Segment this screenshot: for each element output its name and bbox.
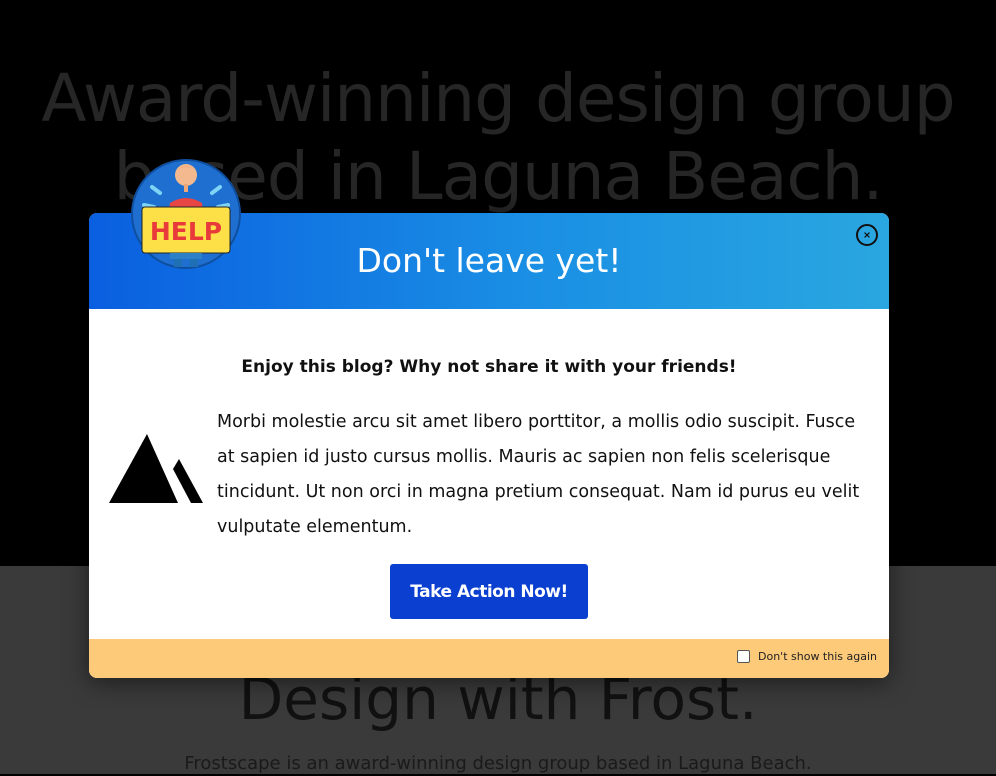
help-sign-text: HELP: [150, 217, 222, 246]
dont-show-again-label: Don't show this again: [758, 650, 877, 663]
popup-footer: Don't show this again: [89, 639, 889, 678]
close-icon: [864, 232, 870, 238]
hero-title-line1: Award-winning design group: [41, 60, 955, 137]
section-text: Frostscape is an award-winning design gr…: [184, 753, 812, 774]
take-action-button[interactable]: Take Action Now!: [390, 564, 588, 619]
mountain-logo-icon: [109, 434, 203, 503]
close-button[interactable]: [856, 224, 878, 246]
popup-body-text: Morbi molestie arcu sit amet libero port…: [217, 412, 860, 537]
dont-show-again-option[interactable]: Don't show this again: [737, 650, 877, 663]
exit-intent-popup: Don't leave yet! Enjoy this blog? Why no…: [89, 213, 889, 678]
dont-show-again-checkbox[interactable]: [737, 650, 750, 663]
popup-subtitle: Enjoy this blog? Why not share it with y…: [241, 357, 737, 377]
help-sign-icon: HELP: [131, 159, 241, 269]
